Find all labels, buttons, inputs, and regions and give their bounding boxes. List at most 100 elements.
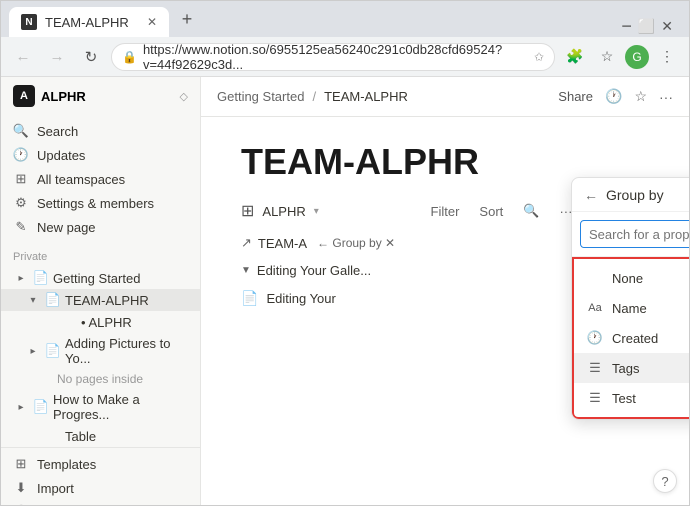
popup-list: None Aa Name ✓ 🕐 Created (572, 257, 689, 419)
lock-icon: 🔒 (122, 50, 137, 64)
db-name-chevron[interactable]: ▾ (314, 206, 319, 217)
tags-label: Tags (612, 361, 639, 376)
more-options-icon[interactable]: ··· (659, 89, 673, 105)
sidebar-item-table[interactable]: Table (1, 425, 200, 447)
help-button[interactable]: ? (653, 469, 677, 493)
group-by-name[interactable]: Aa Name ✓ (574, 293, 689, 323)
search-toolbar-button[interactable]: 🔍 (517, 199, 545, 223)
page-icon-team-alphr: 📄 (45, 292, 61, 308)
browser-actions: 🧩 ☆ G ⋮ (561, 43, 681, 71)
breadcrumb-sep: / (312, 89, 316, 104)
browser-controls: ← → ↻ 🔒 https://www.notion.so/6955125ea5… (1, 37, 689, 77)
tree-toggle-team-alphr[interactable]: ▾ (25, 292, 41, 308)
workspace-header[interactable]: A ALPHR ◇ (1, 77, 200, 115)
sidebar-item-settings[interactable]: ⚙ Settings & members (1, 191, 200, 215)
star-icon[interactable]: ☆ (634, 88, 647, 105)
active-tab[interactable]: N TEAM-ALPHR ✕ (9, 7, 169, 37)
settings-icon: ⚙ (13, 195, 29, 211)
created-label: Created (612, 331, 658, 346)
main-content: Getting Started / TEAM-ALPHR Share 🕐 ☆ ·… (201, 77, 689, 505)
sidebar-item-trash[interactable]: 🗑 Trash (1, 500, 200, 505)
tree-toggle-how-to-make[interactable]: ▸ (13, 399, 29, 415)
gallery-toggle[interactable]: ▼ (241, 265, 251, 276)
restore-button[interactable]: ⬜ (638, 18, 655, 35)
extensions-button[interactable]: 🧩 (561, 43, 589, 71)
tree-label-adding-pictures: Adding Pictures to Yo... (65, 336, 188, 366)
section-group-by-popup-trigger[interactable]: ← Group by ✕ (317, 236, 395, 250)
db-name[interactable]: ALPHR (262, 204, 305, 219)
back-button[interactable]: ← (9, 43, 37, 71)
sidebar-item-getting-started[interactable]: ▸ 📄 Getting Started (1, 267, 200, 289)
group-by-tags[interactable]: ☰ Tags (574, 353, 689, 383)
templates-icon: ⊞ (13, 456, 29, 472)
tree-label-getting-started: Getting Started (53, 271, 140, 286)
group-by-created[interactable]: 🕐 Created (574, 323, 689, 353)
group-by-popup: ← Group by ✕ None (571, 177, 689, 420)
sidebar: A ALPHR ◇ 🔍 Search 🕐 Updates ⊞ All teams… (1, 77, 201, 505)
sidebar-item-templates[interactable]: ⊞ Templates (1, 452, 200, 476)
tags-icon: ☰ (586, 359, 604, 377)
sidebar-item-updates[interactable]: 🕐 Updates (1, 143, 200, 167)
sort-button[interactable]: Sort (473, 200, 509, 223)
breadcrumb-getting-started[interactable]: Getting Started (217, 89, 304, 104)
page-icon-adding-pictures: 📄 (45, 343, 61, 359)
editing-page-icon: 📄 (241, 290, 258, 307)
popup-back-button[interactable]: ← (584, 187, 598, 203)
tree-label-how-to-make: How to Make a Progres... (53, 392, 188, 422)
new-tab-button[interactable]: + (173, 5, 201, 33)
updates-icon: 🕐 (13, 147, 29, 163)
more-button[interactable]: ⋮ (653, 43, 681, 71)
sidebar-settings-label: Settings & members (37, 196, 154, 211)
tree-toggle-getting-started[interactable]: ▸ (13, 270, 29, 286)
browser-frame: N TEAM-ALPHR ✕ + − ⬜ ✕ ← → ↻ 🔒 https://w… (0, 0, 690, 506)
group-by-test[interactable]: ☰ Test (574, 383, 689, 413)
section-title-text: TEAM-A (258, 236, 307, 251)
section-link-icon: ↗ (241, 235, 252, 251)
group-by-none[interactable]: None (574, 263, 689, 293)
sidebar-item-import[interactable]: ⬇ Import (1, 476, 200, 500)
tree-label-alphr: • ALPHR (81, 315, 132, 330)
popup-search (572, 212, 689, 257)
sidebar-search-label: Search (37, 124, 78, 139)
sidebar-item-how-to-make[interactable]: ▸ 📄 How to Make a Progres... (1, 389, 200, 425)
sidebar-item-search[interactable]: 🔍 Search (1, 119, 200, 143)
sidebar-item-new-page[interactable]: ✎ New page (1, 215, 200, 239)
tab-title: TEAM-ALPHR (45, 15, 129, 30)
popup-title: Group by (606, 187, 689, 203)
sidebar-new-page-label: New page (37, 220, 96, 235)
history-icon[interactable]: 🕐 (605, 88, 622, 105)
sidebar-nav: 🔍 Search 🕐 Updates ⊞ All teamspaces ⚙ Se… (1, 115, 200, 243)
page-content: TEAM-ALPHR ⊞ ALPHR ▾ Filter Sort 🔍 ··· N… (201, 117, 689, 505)
sidebar-item-adding-pictures[interactable]: ▸ 📄 Adding Pictures to Yo... (1, 333, 200, 369)
sidebar-tree: ▸ 📄 Getting Started ▾ 📄 TEAM-ALPHR • ALP… (1, 267, 200, 447)
share-button[interactable]: Share (558, 89, 593, 104)
forward-button[interactable]: → (43, 43, 71, 71)
profile-button[interactable]: G (625, 45, 649, 69)
sidebar-item-team-alphr[interactable]: ▾ 📄 TEAM-ALPHR (1, 289, 200, 311)
breadcrumb-team-alphr[interactable]: TEAM-ALPHR (324, 89, 408, 104)
teamspaces-icon: ⊞ (13, 171, 29, 187)
tree-label-table: Table (65, 429, 96, 444)
refresh-button[interactable]: ↻ (77, 43, 105, 71)
tab-close-button[interactable]: ✕ (147, 15, 157, 29)
popup-search-input[interactable] (580, 220, 689, 248)
page-icon-getting-started: 📄 (33, 270, 49, 286)
editing-row-text: Editing Your (266, 291, 335, 306)
address-bar[interactable]: 🔒 https://www.notion.so/6955125ea56240c2… (111, 43, 555, 71)
tree-label-team-alphr: TEAM-ALPHR (65, 293, 149, 308)
import-icon: ⬇ (13, 480, 29, 496)
filter-button[interactable]: Filter (425, 200, 466, 223)
sidebar-item-teamspaces[interactable]: ⊞ All teamspaces (1, 167, 200, 191)
private-label: Private (13, 251, 200, 263)
tree-toggle-alphr (41, 314, 57, 330)
name-type-icon: Aa (586, 299, 604, 317)
header-actions: Share 🕐 ☆ ··· (558, 88, 673, 105)
sidebar-item-alphr[interactable]: • ALPHR (1, 311, 200, 333)
tree-toggle-adding-pictures[interactable]: ▸ (25, 343, 41, 359)
app-container: A ALPHR ◇ 🔍 Search 🕐 Updates ⊞ All teams… (1, 77, 689, 505)
star-button[interactable]: ☆ (593, 43, 621, 71)
tab-favicon: N (21, 14, 37, 30)
window-close-button[interactable]: ✕ (661, 18, 673, 35)
bookmark-icon[interactable]: ✩ (534, 50, 544, 64)
minimize-button[interactable]: − (621, 16, 632, 37)
